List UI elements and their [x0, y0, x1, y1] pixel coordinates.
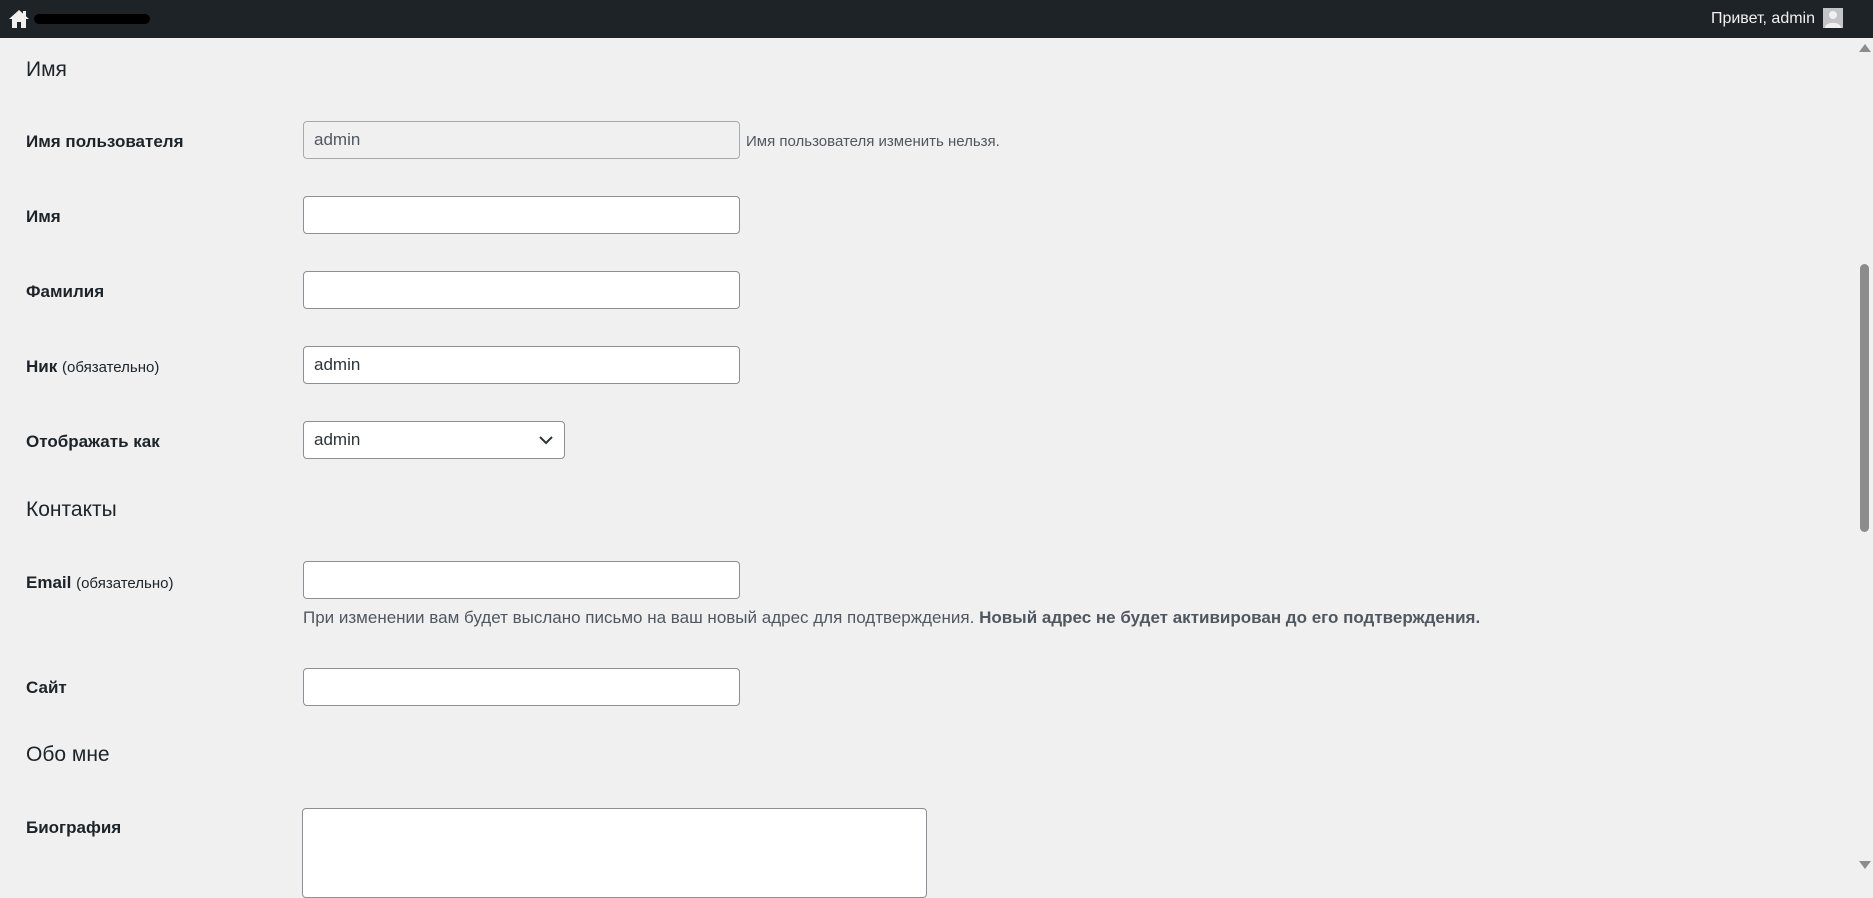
scroll-thumb[interactable] [1860, 264, 1869, 532]
section-title-name: Имя [26, 58, 67, 81]
admin-bar: Привет, admin [0, 0, 1873, 38]
scroll-up-icon[interactable] [1859, 44, 1871, 52]
display-name-selected-value: admin [314, 430, 361, 449]
email-label: Email (обязательно) [26, 573, 173, 593]
website-label: Сайт [26, 678, 67, 697]
nickname-label-text: Ник [26, 357, 58, 376]
email-description-text: При изменении вам будет выслано письмо н… [303, 608, 975, 627]
display-name-select[interactable]: admin [303, 421, 565, 459]
last-name-label: Фамилия [26, 282, 105, 301]
first-name-field[interactable] [303, 196, 740, 234]
user-greeting[interactable]: Привет, admin [1711, 10, 1815, 28]
home-icon[interactable] [8, 8, 30, 30]
email-description-strong: Новый адрес не будет активирован до его … [979, 608, 1481, 627]
username-label: Имя пользователя [26, 132, 184, 151]
email-required-note: (обязательно) [76, 575, 174, 592]
nickname-required-note: (обязательно) [61, 359, 160, 376]
avatar-icon[interactable] [1823, 8, 1843, 28]
page-scrollbar[interactable] [1856, 38, 1873, 875]
nickname-field[interactable] [303, 346, 740, 384]
bio-textarea[interactable] [302, 808, 927, 898]
display-name-label: Отображать как [26, 432, 160, 451]
section-title-about: Обо мне [26, 743, 110, 766]
first-name-label: Имя [26, 207, 61, 226]
bio-label: Биография [26, 818, 122, 837]
site-name-link[interactable] [34, 14, 150, 24]
email-field[interactable] [303, 561, 740, 599]
last-name-field[interactable] [303, 271, 740, 309]
email-label-text: Email [26, 573, 72, 592]
username-field [303, 121, 740, 159]
username-description: Имя пользователя изменить нельзя. [746, 133, 1000, 150]
nickname-label: Ник (обязательно) [26, 357, 159, 377]
email-description: При изменении вам будет выслано письмо н… [303, 608, 1480, 628]
website-field[interactable] [303, 668, 740, 706]
section-title-contacts: Контакты [26, 498, 117, 521]
scroll-down-icon[interactable] [1859, 861, 1871, 869]
chevron-down-icon [539, 436, 553, 445]
